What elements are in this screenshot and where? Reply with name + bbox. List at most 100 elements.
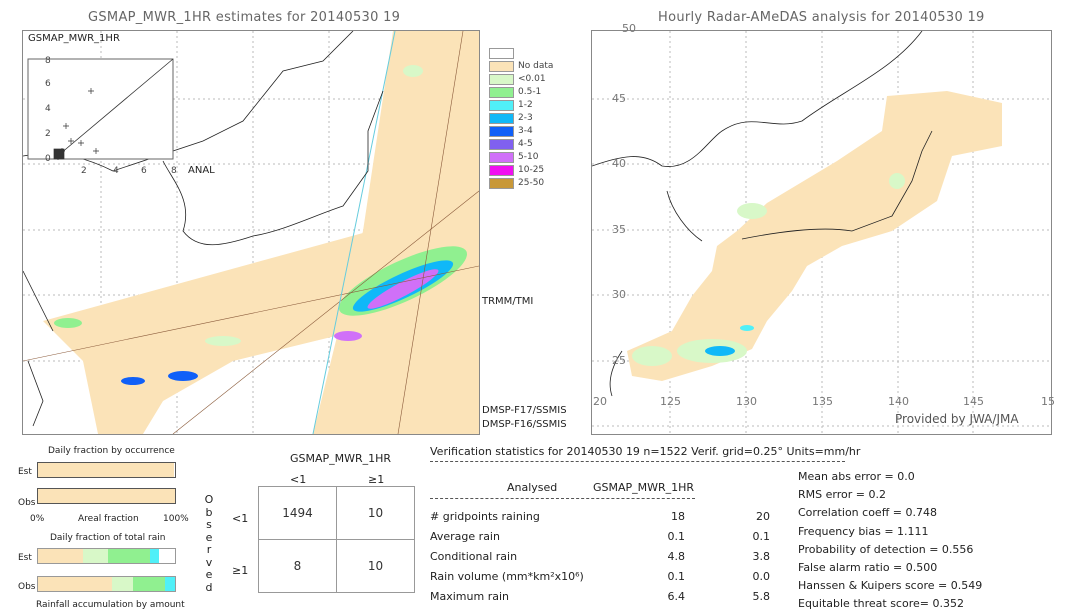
svg-text:4: 4 [45, 104, 51, 114]
lon-label: 135 [812, 395, 833, 408]
score-line: Hanssen & Kuipers score = 0.549 [798, 579, 983, 593]
right-map-title: Hourly Radar-AMeDAS analysis for 2014053… [658, 10, 985, 25]
legend-label: 3-4 [518, 126, 533, 136]
cell-miss: 8 [258, 539, 337, 593]
legend-label: 0.5-1 [518, 87, 542, 97]
stats-col2: GSMAP_MWR_1HR [593, 481, 695, 494]
lon-label: 15 [1041, 395, 1055, 408]
score-line: Correlation coeff = 0.748 [798, 506, 937, 520]
legend-swatch [489, 125, 514, 137]
legend-swatch [489, 164, 514, 176]
left-map-title: GSMAP_MWR_1HR estimates for 20140530 19 [88, 10, 401, 25]
stat-label: Average rain [430, 530, 500, 543]
occ-obs-label: Obs [18, 498, 36, 508]
lon-label: 140 [888, 395, 909, 408]
lat-label: 30 [612, 288, 626, 301]
lon-label: 130 [736, 395, 757, 408]
rain-segment [38, 577, 112, 591]
legend-item: 25-50 [489, 176, 554, 189]
rain-segment [107, 549, 151, 563]
cell-hit: 10 [336, 539, 415, 593]
credit-label: Provided by JWA/JMA [895, 412, 1019, 426]
legend-label: No data [518, 61, 554, 71]
legend-label: 2-3 [518, 113, 533, 123]
rain-est-label: Est [18, 553, 32, 563]
divider [430, 498, 695, 499]
legend-item: 1-2 [489, 98, 554, 111]
legend-swatch [489, 112, 514, 124]
legend-swatch [489, 99, 514, 111]
legend-item: 2-3 [489, 111, 554, 124]
score-line: False alarm ratio = 0.500 [798, 561, 938, 574]
lat-label: 35 [612, 223, 626, 236]
lon-label: 20 [593, 395, 607, 408]
rain-segment [38, 549, 84, 563]
lat-label: 40 [612, 157, 626, 170]
score-line: Frequency bias = 1.111 [798, 524, 929, 538]
left-map-svg: 0 2 4 6 8 2 4 6 8 [23, 31, 479, 434]
lat-label: 45 [612, 92, 626, 105]
occ-est-bar [37, 462, 176, 478]
inset-xlabel: ANAL [188, 165, 215, 176]
legend-item: 5-10 [489, 150, 554, 163]
color-legend: No data <0.01 0.5-1 1-2 2-3 3-4 4-5 5-10 10-25 25… [489, 46, 554, 189]
svg-text:4: 4 [113, 166, 119, 176]
score-line: RMS error = 0.2 [798, 488, 886, 502]
col-header-lt1: <1 [290, 473, 307, 486]
swath-label-tmi: TRMM/TMI [482, 296, 534, 307]
stat-label: # gridpoints raining [430, 510, 540, 523]
rain-segment [150, 549, 159, 563]
rain-segment [111, 577, 133, 591]
occ-obs-bar [37, 488, 176, 504]
rain-segment [132, 577, 166, 591]
svg-text:6: 6 [45, 79, 51, 89]
svg-text:2: 2 [45, 129, 51, 139]
left-map: 0 2 4 6 8 2 4 6 8 [22, 30, 480, 435]
stat-analysed: 0.1 [667, 530, 686, 543]
lat-label: 25 [612, 354, 626, 367]
rain-segment [165, 577, 175, 591]
legend-label: 5-10 [518, 152, 539, 162]
cell-hit-neg: 1494 [258, 486, 337, 540]
stat-label: Conditional rain [430, 550, 518, 563]
stats-header: Verification statistics for 20140530 19 … [430, 445, 861, 458]
legend-label: <0.01 [518, 74, 546, 84]
legend-item: <0.01 [489, 72, 554, 85]
stat-gsmap: 5.8 [752, 590, 771, 603]
total-rain-footer: Rainfall accumulation by amount [36, 600, 185, 610]
total-rain-title: Daily fraction of total rain [50, 533, 166, 543]
row-header-ge1: ≥1 [232, 564, 249, 577]
stat-gsmap: 0.0 [752, 570, 771, 583]
observed-label: Observed [204, 493, 214, 594]
cell-false-alarm: 10 [336, 486, 415, 540]
col-header-ge1: ≥1 [368, 473, 385, 486]
stat-analysed: 18 [671, 510, 685, 523]
lon-label: 145 [963, 395, 984, 408]
row-header-lt1: <1 [232, 512, 249, 525]
stat-analysed: 4.8 [667, 550, 686, 563]
legend-item: No data [489, 59, 554, 72]
legend-label: 25-50 [518, 178, 545, 188]
legend-swatch [489, 138, 514, 150]
svg-text:2: 2 [81, 166, 87, 176]
legend-item: 3-4 [489, 124, 554, 137]
legend-swatch [489, 177, 514, 189]
stat-label: Maximum rain [430, 590, 509, 603]
rain-obs-bar [37, 576, 176, 592]
legend-item: 0.5-1 [489, 85, 554, 98]
score-line: Probability of detection = 0.556 [798, 542, 974, 556]
stat-label: Rain volume (mm*km²x10⁶) [430, 570, 584, 583]
legend-item [489, 46, 554, 59]
contingency-title: GSMAP_MWR_1HR [290, 452, 392, 465]
right-map [591, 30, 1052, 435]
legend-swatch [489, 60, 514, 72]
occ-axis-mid: Areal fraction [78, 514, 139, 524]
lat-label-top: 50 [622, 22, 636, 35]
legend-swatch [489, 86, 514, 98]
stats-col1: Analysed [507, 481, 558, 494]
swath-label-f17: DMSP-F17/SSMIS [482, 405, 567, 416]
legend-swatch [489, 47, 514, 59]
rain-est-bar [37, 548, 176, 564]
divider [430, 461, 845, 462]
stat-analysed: 0.1 [667, 570, 686, 583]
